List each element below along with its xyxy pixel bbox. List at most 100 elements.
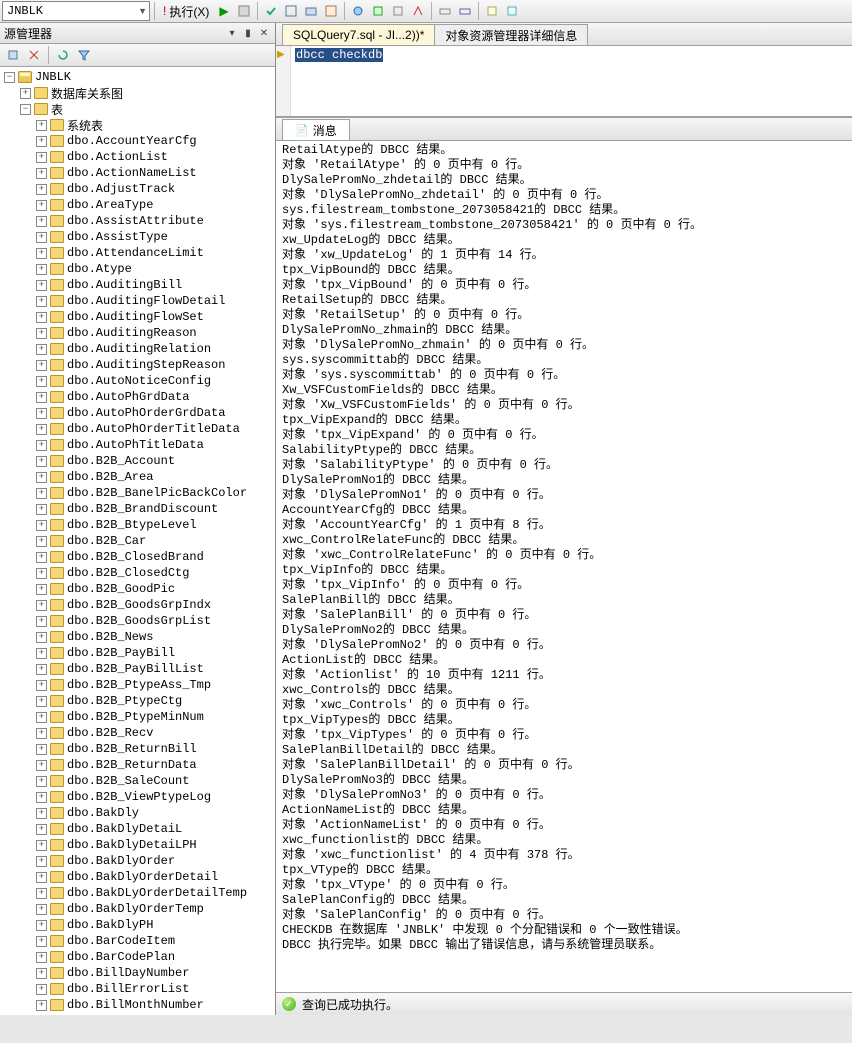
toolbar-icon-2[interactable] bbox=[302, 2, 320, 20]
expand-icon[interactable]: + bbox=[36, 280, 47, 291]
tree-table-node[interactable]: +dbo.AutoPhGrdData bbox=[0, 389, 275, 405]
expand-icon[interactable]: + bbox=[36, 984, 47, 995]
tree-table-node[interactable]: +dbo.B2B_ClosedBrand bbox=[0, 549, 275, 565]
sql-editor[interactable]: ▶ dbcc checkdb bbox=[276, 46, 852, 117]
tree-table-node[interactable]: +dbo.AutoPhOrderTitleData bbox=[0, 421, 275, 437]
expand-icon[interactable]: + bbox=[36, 264, 47, 275]
expand-icon[interactable]: + bbox=[36, 376, 47, 387]
expand-icon[interactable]: + bbox=[36, 328, 47, 339]
expand-icon[interactable]: + bbox=[36, 936, 47, 947]
expand-icon[interactable]: + bbox=[36, 872, 47, 883]
editor-code-area[interactable]: dbcc checkdb bbox=[291, 46, 852, 116]
expand-icon[interactable]: + bbox=[36, 248, 47, 259]
expand-icon[interactable]: + bbox=[36, 664, 47, 675]
expand-icon[interactable]: + bbox=[36, 184, 47, 195]
expand-icon[interactable]: + bbox=[36, 744, 47, 755]
tree-table-node[interactable]: +dbo.BakDlyPH bbox=[0, 917, 275, 933]
tree-table-node[interactable]: +dbo.B2B_PtypeAss_Tmp bbox=[0, 677, 275, 693]
messages-pane[interactable]: RetailAtype的 DBCC 结果。 对象 'RetailAtype' 的… bbox=[276, 141, 852, 992]
tree-table-node[interactable]: +dbo.B2B_ClosedCtg bbox=[0, 565, 275, 581]
tree-table-node[interactable]: +dbo.B2B_GoodsGrpIndx bbox=[0, 597, 275, 613]
execute-button[interactable]: ! 执行(X) bbox=[159, 2, 213, 20]
tree-table-node[interactable]: +dbo.AreaType bbox=[0, 197, 275, 213]
expand-icon[interactable]: + bbox=[36, 920, 47, 931]
expand-icon[interactable]: + bbox=[36, 840, 47, 851]
tree-table-node[interactable]: +dbo.BakDLyOrderDetailTemp bbox=[0, 885, 275, 901]
tree-table-node[interactable]: +dbo.AssistAttribute bbox=[0, 213, 275, 229]
expand-icon[interactable]: + bbox=[36, 712, 47, 723]
object-tree[interactable]: − JNBLK + 数据库关系图 − 表 + 系统表 +dbo.AccountY… bbox=[0, 67, 275, 1015]
expand-icon[interactable]: + bbox=[36, 344, 47, 355]
tree-table-node[interactable]: +dbo.BakDlyOrderTemp bbox=[0, 901, 275, 917]
tree-table-node[interactable]: +dbo.AuditingReason bbox=[0, 325, 275, 341]
tree-table-node[interactable]: +dbo.B2B_Area bbox=[0, 469, 275, 485]
tree-table-node[interactable]: +dbo.B2B_BrandDiscount bbox=[0, 501, 275, 517]
expand-icon[interactable]: + bbox=[36, 488, 47, 499]
tree-table-node[interactable]: +dbo.BakDlyDetaiL bbox=[0, 821, 275, 837]
tree-table-node[interactable]: +dbo.Atype bbox=[0, 261, 275, 277]
expand-icon[interactable]: + bbox=[36, 792, 47, 803]
expand-icon[interactable]: + bbox=[36, 536, 47, 547]
panel-pin-icon[interactable]: ▮ bbox=[241, 26, 255, 40]
tab-messages[interactable]: 📄 消息 bbox=[282, 119, 350, 140]
tree-table-node[interactable]: +dbo.AttendanceLimit bbox=[0, 245, 275, 261]
tree-table-node[interactable]: +dbo.AuditingBill bbox=[0, 277, 275, 293]
expand-icon[interactable]: + bbox=[36, 632, 47, 643]
expand-icon[interactable]: + bbox=[36, 136, 47, 147]
toolbar-icon-6[interactable] bbox=[389, 2, 407, 20]
collapse-icon[interactable]: − bbox=[4, 72, 15, 83]
expand-icon[interactable]: + bbox=[36, 360, 47, 371]
expand-icon[interactable]: + bbox=[36, 728, 47, 739]
tree-table-node[interactable]: +dbo.BakDlyOrderDetail bbox=[0, 869, 275, 885]
expand-icon[interactable]: + bbox=[36, 1000, 47, 1011]
expand-icon[interactable]: + bbox=[36, 312, 47, 323]
tree-table-node[interactable]: +dbo.AuditingRelation bbox=[0, 341, 275, 357]
expand-icon[interactable]: + bbox=[36, 152, 47, 163]
tree-tables-node[interactable]: − 表 bbox=[0, 101, 275, 117]
tree-table-node[interactable]: +dbo.B2B_Recv bbox=[0, 725, 275, 741]
tree-table-node[interactable]: +dbo.BarCodeItem bbox=[0, 933, 275, 949]
expand-icon[interactable]: + bbox=[36, 600, 47, 611]
toolbar-icon-10[interactable] bbox=[483, 2, 501, 20]
expand-icon[interactable]: + bbox=[36, 424, 47, 435]
connect-icon[interactable] bbox=[4, 46, 22, 64]
tree-table-node[interactable]: +dbo.BakDlyDetaiLPH bbox=[0, 837, 275, 853]
expand-icon[interactable]: + bbox=[36, 216, 47, 227]
tree-table-node[interactable]: +dbo.BakDlyOrder bbox=[0, 853, 275, 869]
collapse-icon[interactable]: − bbox=[20, 104, 31, 115]
expand-icon[interactable]: + bbox=[36, 696, 47, 707]
expand-icon[interactable]: + bbox=[36, 296, 47, 307]
expand-icon[interactable]: + bbox=[36, 392, 47, 403]
expand-icon[interactable]: + bbox=[36, 856, 47, 867]
tree-table-node[interactable]: +dbo.AuditingFlowSet bbox=[0, 309, 275, 325]
toolbar-icon-11[interactable] bbox=[503, 2, 521, 20]
tree-table-node[interactable]: +dbo.B2B_Account bbox=[0, 453, 275, 469]
expand-icon[interactable]: + bbox=[36, 232, 47, 243]
tree-table-node[interactable]: +dbo.BillPrintControl bbox=[0, 1013, 275, 1015]
tree-table-node[interactable]: +dbo.B2B_PayBillList bbox=[0, 661, 275, 677]
tree-table-node[interactable]: +dbo.B2B_PtypeMinNum bbox=[0, 709, 275, 725]
tree-table-node[interactable]: +dbo.AdjustTrack bbox=[0, 181, 275, 197]
expand-icon[interactable]: + bbox=[36, 968, 47, 979]
disconnect-icon[interactable] bbox=[25, 46, 43, 64]
expand-icon[interactable]: + bbox=[36, 408, 47, 419]
tree-table-node[interactable]: +dbo.B2B_News bbox=[0, 629, 275, 645]
tree-table-node[interactable]: +dbo.B2B_GoodsGrpList bbox=[0, 613, 275, 629]
tab-object-details[interactable]: 对象资源管理器详细信息 bbox=[434, 24, 588, 45]
expand-icon[interactable]: + bbox=[36, 552, 47, 563]
expand-icon[interactable]: + bbox=[36, 120, 47, 131]
expand-icon[interactable]: + bbox=[36, 680, 47, 691]
expand-icon[interactable]: + bbox=[36, 504, 47, 515]
expand-icon[interactable]: + bbox=[36, 168, 47, 179]
tree-table-node[interactable]: +dbo.ActionList bbox=[0, 149, 275, 165]
panel-dropdown-icon[interactable]: ▾ bbox=[225, 26, 239, 40]
toolbar-icon-8[interactable] bbox=[436, 2, 454, 20]
expand-icon[interactable]: + bbox=[20, 88, 31, 99]
tree-table-node[interactable]: +dbo.B2B_SaleCount bbox=[0, 773, 275, 789]
toolbar-icon-3[interactable] bbox=[322, 2, 340, 20]
expand-icon[interactable]: + bbox=[36, 760, 47, 771]
parse-button[interactable] bbox=[262, 2, 280, 20]
tree-table-node[interactable]: +dbo.BillErrorList bbox=[0, 981, 275, 997]
refresh-icon[interactable] bbox=[54, 46, 72, 64]
toolbar-icon-7[interactable] bbox=[409, 2, 427, 20]
